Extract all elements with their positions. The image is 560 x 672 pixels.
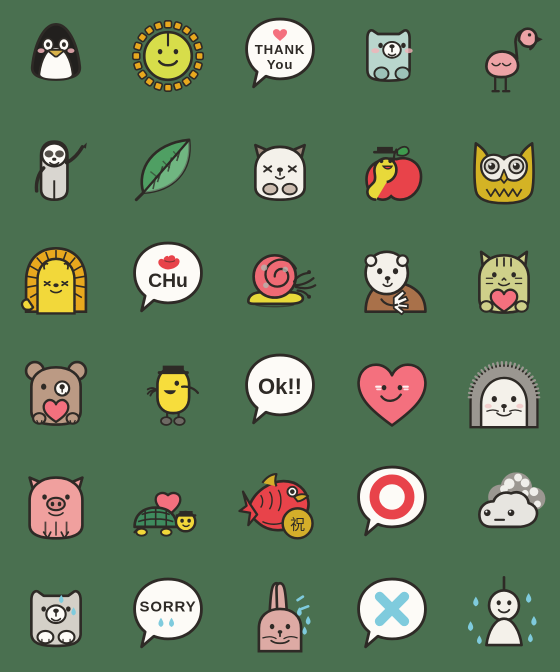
sticker-cell-caterpillar-with-apple[interactable]: Caterpillar and apple [336, 112, 448, 224]
sticker-cell-chick-with-top-hat[interactable]: Chick in top hat [112, 336, 224, 448]
waving-sloth-icon [12, 124, 100, 212]
svg-text:SORRY: SORRY [139, 599, 196, 616]
snail-icon [236, 236, 324, 324]
sticker-cell-thank-you-speech-bubble[interactable]: THANKYouThank You bubble [224, 0, 336, 112]
svg-text:You: You [267, 57, 294, 72]
sticker-cell-gray-rain-cloud[interactable]: Gray cloud [448, 448, 560, 560]
svg-text:CHu: CHu [148, 270, 188, 292]
sticker-cell-celebration-sea-bream[interactable]: 祝Sea bream with 祝 coin [224, 448, 336, 560]
svg-text:Ok!!: Ok!! [258, 374, 302, 399]
sticker-cell-flamingo[interactable]: Flamingo [448, 0, 560, 112]
circle-correct-speech-bubble-icon [348, 460, 436, 548]
teru-teru-bozu-in-rain-icon [460, 572, 548, 660]
svg-text:THANK: THANK [255, 42, 306, 57]
sticker-cell-sweating-dog[interactable]: Sweating dog [0, 560, 112, 672]
sticker-cell-owl[interactable]: Owl [448, 112, 560, 224]
sticker-cell-circle-correct-speech-bubble[interactable]: Circle (correct) bubble [336, 448, 448, 560]
lion-icon [12, 236, 100, 324]
sticker-cell-turtle-with-heart[interactable]: Turtle with heart [112, 448, 224, 560]
caterpillar-with-apple-icon [348, 124, 436, 212]
sticker-cell-ok-speech-bubble[interactable]: Ok!!OK bubble [224, 336, 336, 448]
sea-otter-with-shell-icon [348, 236, 436, 324]
smiling-sun-icon [124, 12, 212, 100]
celebration-sea-bream-icon: 祝 [236, 460, 324, 548]
svg-text:祝: 祝 [290, 516, 305, 534]
penguin-icon [12, 12, 100, 100]
sticker-cell-waving-sloth[interactable]: Waving sloth [0, 112, 112, 224]
sticker-cell-bear-holding-heart[interactable]: Bear with heart [0, 336, 112, 448]
sticker-cell-startled-rabbit[interactable]: Startled rabbit [224, 560, 336, 672]
sleepy-cat-icon [236, 124, 324, 212]
sticker-cell-chu-kiss-speech-bubble[interactable]: CHuChu bubble [112, 224, 224, 336]
mint-dog-icon [348, 12, 436, 100]
sticker-grid: PenguinSmiling sunTHANKYouThank You bubb… [0, 0, 560, 672]
sticker-cell-sorry-speech-bubble[interactable]: SORRYSorry bubble [112, 560, 224, 672]
sticker-cell-sea-otter-with-shell[interactable]: Sea otter [336, 224, 448, 336]
gray-rain-cloud-icon [460, 460, 548, 548]
sticker-cell-smiling-heart[interactable]: Smiling heart [336, 336, 448, 448]
sticker-cell-green-leaf[interactable]: Green leaf [112, 112, 224, 224]
bear-holding-heart-icon [12, 348, 100, 436]
smiling-heart-icon [348, 348, 436, 436]
cross-incorrect-speech-bubble-icon [348, 572, 436, 660]
owl-icon [460, 124, 548, 212]
sweating-dog-icon [12, 572, 100, 660]
sticker-cell-cat-holding-heart[interactable]: Cat with heart [448, 224, 560, 336]
startled-rabbit-icon [236, 572, 324, 660]
cat-holding-heart-icon [460, 236, 548, 324]
sticker-cell-smiling-sun[interactable]: Smiling sun [112, 0, 224, 112]
sticker-cell-mint-dog[interactable]: Mint puppy [336, 0, 448, 112]
sticker-cell-penguin[interactable]: Penguin [0, 0, 112, 112]
chick-with-top-hat-icon [124, 348, 212, 436]
pig-icon [12, 460, 100, 548]
sticker-cell-hedgehog[interactable]: Hedgehog [448, 336, 560, 448]
sticker-cell-cross-incorrect-speech-bubble[interactable]: Cross (incorrect) bubble [336, 560, 448, 672]
flamingo-icon [460, 12, 548, 100]
sticker-cell-pig[interactable]: Pig [0, 448, 112, 560]
thank-you-speech-bubble-icon: THANK You [236, 12, 324, 100]
hedgehog-icon [460, 348, 548, 436]
sticker-cell-sleepy-cat[interactable]: Sleepy cat [224, 112, 336, 224]
chu-kiss-speech-bubble-icon: CHu [124, 236, 212, 324]
green-leaf-icon [124, 124, 212, 212]
sticker-cell-teru-teru-bozu-in-rain[interactable]: Teru teru bozu in rain [448, 560, 560, 672]
ok-speech-bubble-icon: Ok!! [236, 348, 324, 436]
turtle-with-heart-icon [124, 460, 212, 548]
sticker-cell-lion[interactable]: Lion [0, 224, 112, 336]
sorry-speech-bubble-icon: SORRY [124, 572, 212, 660]
sticker-cell-snail[interactable]: Snail [224, 224, 336, 336]
